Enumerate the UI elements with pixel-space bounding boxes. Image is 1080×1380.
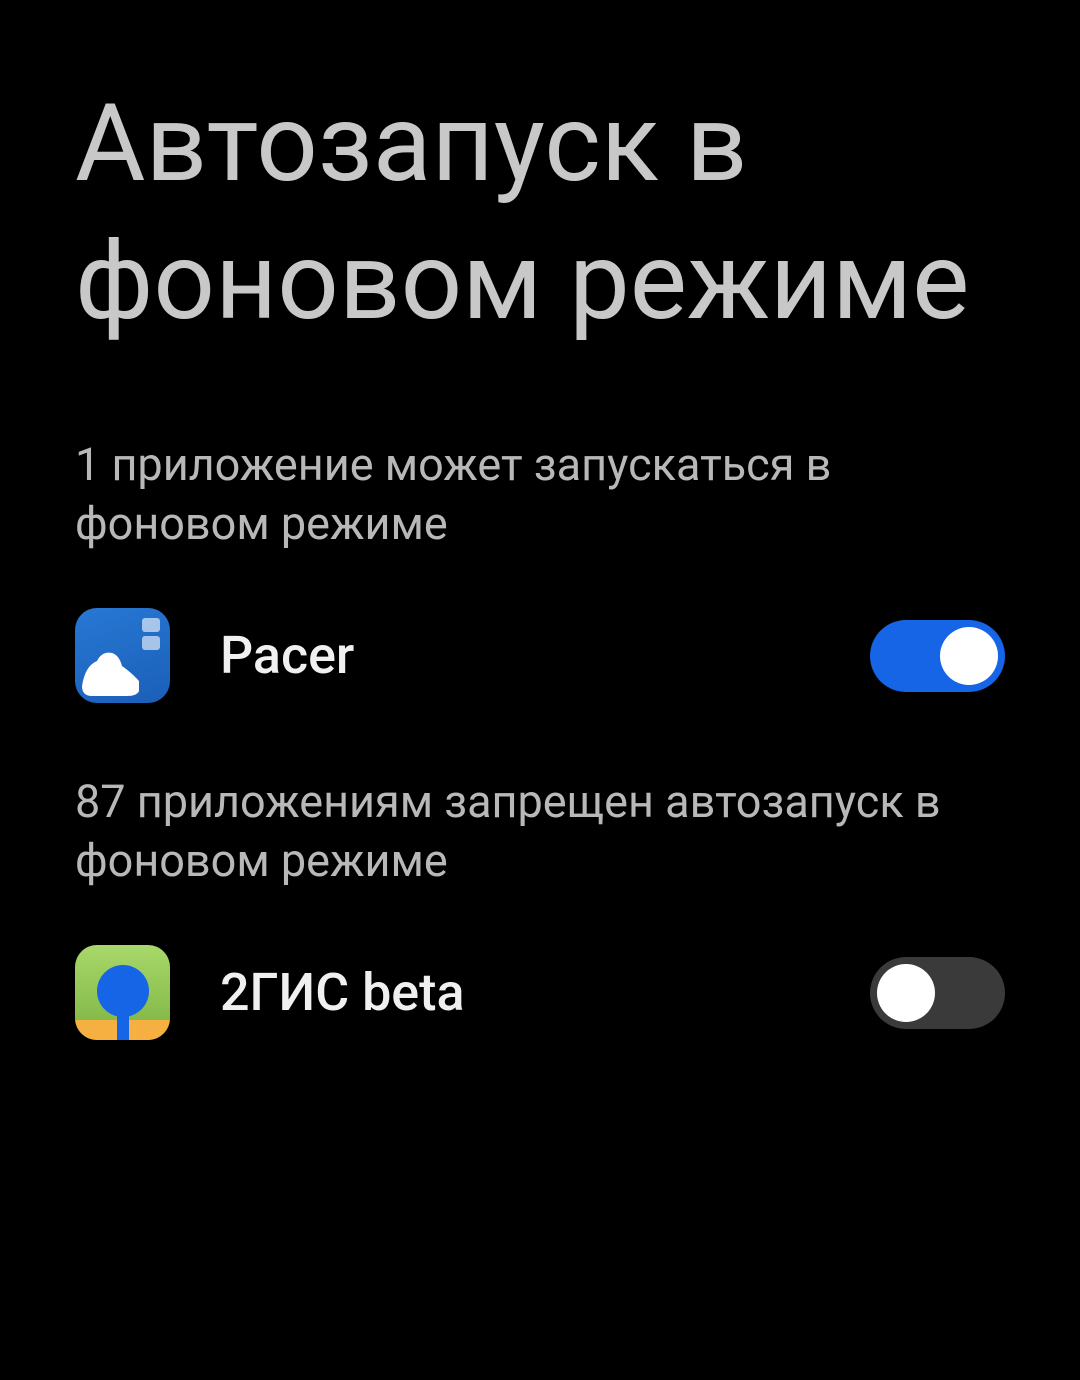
shoe-icon xyxy=(77,641,147,701)
app-row-pacer[interactable]: Pacer xyxy=(75,593,1005,718)
app-name-pacer: Pacer xyxy=(220,625,870,686)
app-name-2gis: 2ГИС beta xyxy=(220,962,870,1023)
app-row-2gis[interactable]: 2ГИС beta xyxy=(75,930,1005,1055)
toggle-knob xyxy=(877,964,935,1022)
2gis-app-icon xyxy=(75,945,170,1040)
denied-section-label: 87 приложениям запрещен автозапуск в фон… xyxy=(75,773,1005,890)
page-title: Автозапуск в фоновом режиме xyxy=(75,75,1005,351)
toggle-2gis[interactable] xyxy=(870,957,1005,1029)
toggle-pacer[interactable] xyxy=(870,620,1005,692)
allowed-section-label: 1 приложение может запускаться в фоновом… xyxy=(75,436,1005,553)
pacer-app-icon xyxy=(75,608,170,703)
toggle-knob xyxy=(940,627,998,685)
